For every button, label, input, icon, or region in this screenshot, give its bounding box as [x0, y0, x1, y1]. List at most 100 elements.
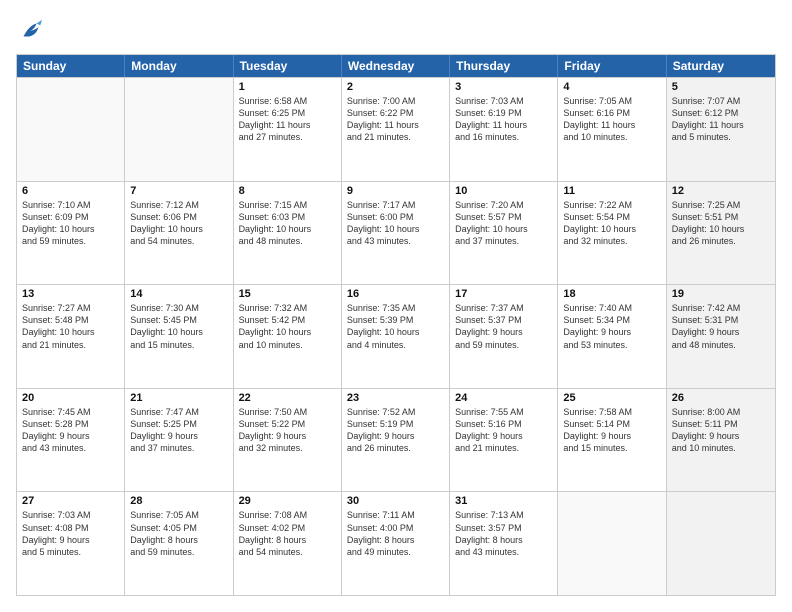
cell-line: and 59 minutes.: [22, 235, 119, 247]
cell-line: Daylight: 10 hours: [130, 326, 227, 338]
day-number: 7: [130, 185, 227, 197]
cell-line: Daylight: 9 hours: [347, 430, 444, 442]
table-row: 29Sunrise: 7:08 AMSunset: 4:02 PMDayligh…: [234, 492, 342, 595]
cell-line: Sunrise: 7:15 AM: [239, 199, 336, 211]
cell-line: Daylight: 11 hours: [239, 119, 336, 131]
cell-line: Daylight: 10 hours: [347, 223, 444, 235]
day-number: 3: [455, 81, 552, 93]
cell-line: Daylight: 10 hours: [239, 223, 336, 235]
day-number: 10: [455, 185, 552, 197]
table-row: 16Sunrise: 7:35 AMSunset: 5:39 PMDayligh…: [342, 285, 450, 388]
cell-line: and 37 minutes.: [130, 442, 227, 454]
cell-line: and 43 minutes.: [455, 546, 552, 558]
header-wednesday: Wednesday: [342, 55, 450, 77]
page: SundayMondayTuesdayWednesdayThursdayFrid…: [0, 0, 792, 612]
day-number: 13: [22, 288, 119, 300]
cell-line: Daylight: 9 hours: [239, 430, 336, 442]
day-number: 5: [672, 81, 770, 93]
cell-line: Sunrise: 7:12 AM: [130, 199, 227, 211]
cell-line: Sunset: 5:37 PM: [455, 314, 552, 326]
day-number: 27: [22, 495, 119, 507]
cell-line: Sunrise: 7:22 AM: [563, 199, 660, 211]
cell-line: Sunrise: 7:30 AM: [130, 302, 227, 314]
table-row: 8 Sunrise: 7:15 AMSunset: 6:03 PMDaylight…: [234, 182, 342, 285]
cell-line: and 43 minutes.: [347, 235, 444, 247]
cell-line: Sunset: 4:05 PM: [130, 522, 227, 534]
cell-line: Sunrise: 7:40 AM: [563, 302, 660, 314]
cell-line: Daylight: 10 hours: [563, 223, 660, 235]
cell-line: Sunset: 5:54 PM: [563, 211, 660, 223]
day-number: 15: [239, 288, 336, 300]
table-row: 6Sunrise: 7:10 AMSunset: 6:09 PMDaylight…: [17, 182, 125, 285]
table-row: 17Sunrise: 7:37 AMSunset: 5:37 PMDayligh…: [450, 285, 558, 388]
table-row: 10Sunrise: 7:20 AMSunset: 5:57 PMDayligh…: [450, 182, 558, 285]
calendar-body: 1Sunrise: 6:58 AMSunset: 6:25 PMDaylight…: [17, 77, 775, 595]
table-row: 14Sunrise: 7:30 AMSunset: 5:45 PMDayligh…: [125, 285, 233, 388]
table-row: 27Sunrise: 7:03 AMSunset: 4:08 PMDayligh…: [17, 492, 125, 595]
calendar-row-3: 20Sunrise: 7:45 AMSunset: 5:28 PMDayligh…: [17, 388, 775, 492]
day-number: 25: [563, 392, 660, 404]
cell-line: Daylight: 11 hours: [347, 119, 444, 131]
cell-line: Daylight: 10 hours: [22, 223, 119, 235]
cell-line: Sunset: 5:45 PM: [130, 314, 227, 326]
cell-line: and 59 minutes.: [130, 546, 227, 558]
cell-line: and 54 minutes.: [239, 546, 336, 558]
day-number: 18: [563, 288, 660, 300]
header: [16, 16, 776, 44]
cell-line: and 37 minutes.: [455, 235, 552, 247]
day-number: 26: [672, 392, 770, 404]
calendar-header: SundayMondayTuesdayWednesdayThursdayFrid…: [17, 55, 775, 77]
cell-line: Daylight: 11 hours: [672, 119, 770, 131]
cell-line: and 32 minutes.: [563, 235, 660, 247]
cell-line: Sunset: 4:08 PM: [22, 522, 119, 534]
table-row: [125, 78, 233, 181]
table-row: 11Sunrise: 7:22 AMSunset: 5:54 PMDayligh…: [558, 182, 666, 285]
day-number: 12: [672, 185, 770, 197]
cell-line: Daylight: 9 hours: [455, 326, 552, 338]
cell-line: and 15 minutes.: [563, 442, 660, 454]
table-row: [558, 492, 666, 595]
table-row: 24Sunrise: 7:55 AMSunset: 5:16 PMDayligh…: [450, 389, 558, 492]
cell-line: Sunrise: 7:37 AM: [455, 302, 552, 314]
table-row: 13Sunrise: 7:27 AMSunset: 5:48 PMDayligh…: [17, 285, 125, 388]
cell-line: Sunset: 6:00 PM: [347, 211, 444, 223]
cell-line: Daylight: 8 hours: [130, 534, 227, 546]
header-saturday: Saturday: [667, 55, 775, 77]
cell-line: Sunset: 6:19 PM: [455, 107, 552, 119]
table-row: 25Sunrise: 7:58 AMSunset: 5:14 PMDayligh…: [558, 389, 666, 492]
table-row: [667, 492, 775, 595]
cell-line: Sunset: 6:09 PM: [22, 211, 119, 223]
cell-line: Daylight: 9 hours: [563, 430, 660, 442]
cell-line: Sunset: 5:42 PM: [239, 314, 336, 326]
day-number: 8: [239, 185, 336, 197]
cell-line: Daylight: 10 hours: [347, 326, 444, 338]
table-row: 3Sunrise: 7:03 AMSunset: 6:19 PMDaylight…: [450, 78, 558, 181]
cell-line: and 49 minutes.: [347, 546, 444, 558]
cell-line: Sunrise: 7:45 AM: [22, 406, 119, 418]
cell-line: Sunset: 5:11 PM: [672, 418, 770, 430]
cell-line: Sunrise: 7:03 AM: [22, 509, 119, 521]
cell-line: Sunrise: 7:10 AM: [22, 199, 119, 211]
day-number: 31: [455, 495, 552, 507]
table-row: 31Sunrise: 7:13 AMSunset: 3:57 PMDayligh…: [450, 492, 558, 595]
table-row: 4Sunrise: 7:05 AMSunset: 6:16 PMDaylight…: [558, 78, 666, 181]
cell-line: and 10 minutes.: [239, 339, 336, 351]
cell-line: Sunrise: 7:05 AM: [130, 509, 227, 521]
cell-line: Sunset: 6:03 PM: [239, 211, 336, 223]
cell-line: Sunset: 6:25 PM: [239, 107, 336, 119]
cell-line: Daylight: 8 hours: [347, 534, 444, 546]
cell-line: Sunrise: 7:11 AM: [347, 509, 444, 521]
cell-line: and 32 minutes.: [239, 442, 336, 454]
cell-line: Sunrise: 7:27 AM: [22, 302, 119, 314]
table-row: 30Sunrise: 7:11 AMSunset: 4:00 PMDayligh…: [342, 492, 450, 595]
cell-line: Daylight: 9 hours: [672, 326, 770, 338]
table-row: 20Sunrise: 7:45 AMSunset: 5:28 PMDayligh…: [17, 389, 125, 492]
cell-line: Sunset: 5:14 PM: [563, 418, 660, 430]
day-number: 28: [130, 495, 227, 507]
cell-line: and 4 minutes.: [347, 339, 444, 351]
cell-line: and 27 minutes.: [239, 131, 336, 143]
table-row: [17, 78, 125, 181]
cell-line: Sunset: 4:00 PM: [347, 522, 444, 534]
cell-line: Daylight: 9 hours: [563, 326, 660, 338]
cell-line: Sunrise: 7:08 AM: [239, 509, 336, 521]
